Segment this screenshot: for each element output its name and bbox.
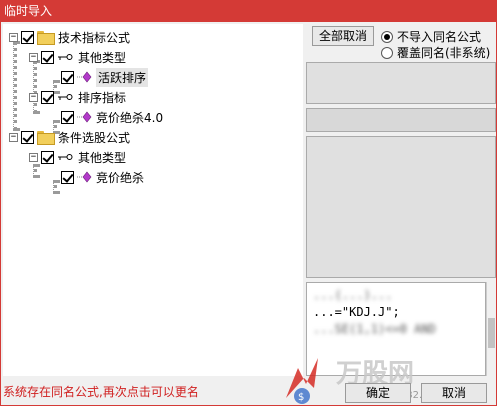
tree-node-tech-indicators[interactable]: − 技术指标公式 [9, 28, 130, 46]
formula-icon [77, 111, 92, 123]
checkbox-checked[interactable] [41, 50, 54, 64]
formula-icon [77, 71, 92, 83]
tree-node-auction-kill-4[interactable]: 竞价绝杀4.0 [49, 108, 163, 126]
desc-panel [306, 108, 496, 132]
folder-icon [37, 131, 55, 145]
folder-icon [37, 31, 55, 45]
tree-node-label: 排序指标 [78, 90, 127, 105]
tree-node-label: 竞价绝杀4.0 [96, 110, 164, 125]
collapse-icon[interactable]: − [29, 152, 38, 162]
cancel-all-button[interactable]: 全部取消 [312, 26, 374, 46]
radio-label: 不导入同名公式 [397, 30, 482, 44]
checkbox-checked[interactable] [41, 150, 54, 164]
radio-button-selected[interactable] [381, 30, 393, 43]
formula-tree: − 技术指标公式 − 其他类型 活跃排序 − 排序指标 竞价绝杀4.0 − 条件… [3, 24, 303, 376]
radio-button[interactable] [381, 46, 393, 59]
checkbox-checked[interactable] [61, 110, 74, 124]
detail-panel [306, 136, 496, 278]
checkbox-checked[interactable] [21, 130, 34, 144]
tree-node-stock-selection[interactable]: − 条件选股公式 [9, 128, 130, 146]
tree-connector [33, 164, 37, 178]
code-line: ...="KDJ.J"; [313, 305, 400, 319]
tree-node-label: 其他类型 [78, 50, 127, 65]
key-icon [58, 154, 73, 160]
formula-icon [77, 171, 92, 183]
status-message: 系统存在同名公式,再次点击可以更名 [3, 385, 199, 399]
cancel-button[interactable]: 取消 [421, 383, 487, 403]
info-panel [306, 62, 496, 104]
checkbox-checked[interactable] [21, 30, 34, 44]
code-scrollbar[interactable] [486, 282, 496, 376]
code-line: ...(...)... [313, 288, 393, 302]
tree-node-auction-kill[interactable]: 竞价绝杀 [49, 168, 144, 186]
import-dialog: − 技术指标公式 − 其他类型 活跃排序 − 排序指标 竞价绝杀4.0 − 条件… [0, 22, 497, 406]
collapse-icon[interactable]: − [9, 132, 18, 142]
radio-no-import[interactable]: 不导入同名公式 [381, 28, 481, 45]
tree-connector [13, 41, 17, 131]
checkbox-checked[interactable] [61, 70, 74, 84]
key-icon [58, 94, 73, 100]
svg-text:$: $ [298, 392, 304, 403]
code-preview: ...(...)... ...="KDJ.J"; ...SE(1,1)<=0 A… [306, 282, 486, 376]
scroll-thumb[interactable] [488, 318, 495, 348]
ok-button[interactable]: 确定 [345, 383, 411, 403]
code-line: ...SE(1,1)<=0 AND [313, 322, 436, 336]
collapse-icon[interactable]: − [29, 92, 38, 102]
window-title: 临时导入 [4, 4, 53, 18]
tree-node-label: 技术指标公式 [58, 30, 131, 45]
tree-node-sort-indicators[interactable]: − 排序指标 [29, 88, 126, 106]
collapse-icon[interactable]: − [9, 32, 18, 42]
checkbox-checked[interactable] [41, 90, 54, 104]
key-icon [58, 54, 73, 60]
tree-node-other-type[interactable]: − 其他类型 [29, 48, 126, 66]
tree-node-other-type-2[interactable]: − 其他类型 [29, 148, 126, 166]
tree-node-label: 活跃排序 [96, 67, 149, 87]
collapse-icon[interactable]: − [29, 52, 38, 62]
radio-overwrite[interactable]: 覆盖同名(非系统) [381, 44, 490, 61]
tree-node-label: 竞价绝杀 [96, 170, 145, 185]
title-bar: 临时导入 [0, 0, 497, 22]
tree-node-label: 条件选股公式 [58, 130, 131, 145]
tree-node-label: 其他类型 [78, 150, 127, 165]
radio-label: 覆盖同名(非系统) [397, 46, 491, 60]
checkbox-checked[interactable] [61, 170, 74, 184]
tree-node-active-sort[interactable]: 活跃排序 [49, 67, 149, 87]
